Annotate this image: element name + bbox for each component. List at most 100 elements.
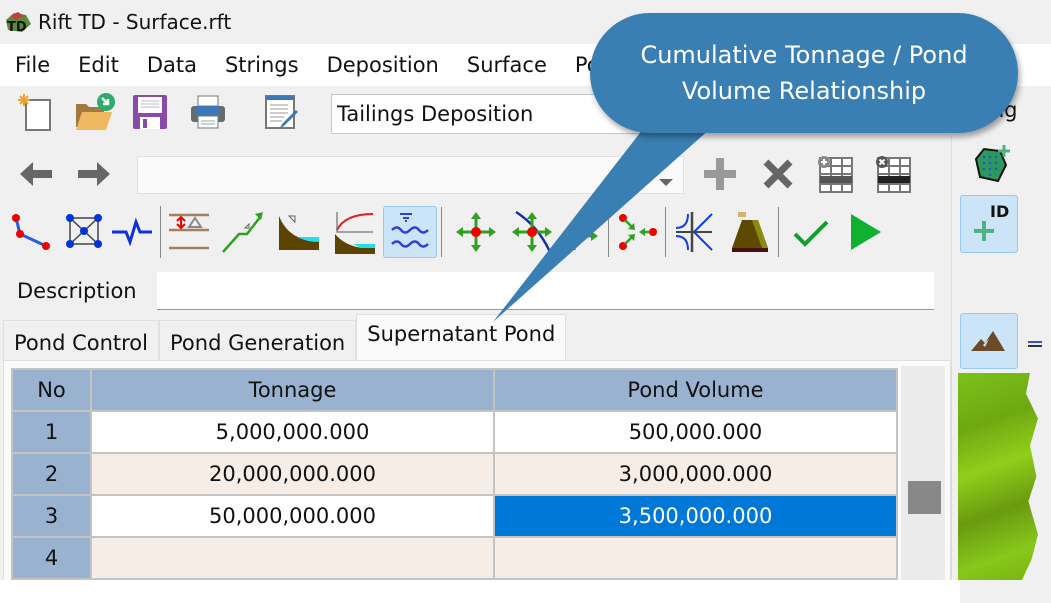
pond-volume-cell-selected[interactable]: 3,500,000.000 bbox=[493, 494, 898, 538]
supernatant-pond-button[interactable] bbox=[383, 206, 437, 258]
add-icon bbox=[704, 158, 736, 190]
description-label: Description bbox=[17, 279, 137, 303]
tonnage-cell[interactable]: 5,000,000.000 bbox=[90, 410, 495, 454]
header-tonnage[interactable]: Tonnage bbox=[90, 368, 495, 412]
header-no[interactable]: No bbox=[11, 368, 92, 412]
menu-surface[interactable]: Surface bbox=[453, 53, 561, 77]
forward-button[interactable] bbox=[70, 150, 118, 198]
toolbar-separator bbox=[665, 207, 666, 257]
tonnage-cell[interactable]: 20,000,000.000 bbox=[90, 452, 495, 496]
beach-slope-button[interactable] bbox=[275, 208, 323, 256]
print-button[interactable] bbox=[184, 88, 232, 136]
table-row: 4 bbox=[11, 536, 898, 580]
add-polygon-icon bbox=[974, 145, 1010, 183]
pond-volume-cell[interactable] bbox=[493, 536, 898, 580]
svg-text:ID: ID bbox=[990, 202, 1009, 221]
insert-row-button[interactable] bbox=[812, 150, 860, 198]
add-id-button[interactable]: ID bbox=[960, 195, 1018, 253]
mesh-nodes-icon bbox=[66, 214, 102, 248]
new-file-button[interactable] bbox=[10, 88, 58, 136]
add-button[interactable] bbox=[696, 150, 744, 198]
callout-line-1: Cumulative Tonnage / Pond bbox=[640, 41, 968, 69]
row-number[interactable]: 1 bbox=[11, 410, 92, 454]
table-row: 3 50,000,000.000 3,500,000.000 bbox=[11, 494, 898, 538]
pond-volume-cell[interactable]: 3,000,000.000 bbox=[493, 452, 898, 496]
supernatant-pond-panel: No Tonnage Pond Volume 1 5,000,000.000 5… bbox=[3, 360, 951, 603]
print-icon bbox=[191, 95, 225, 129]
tonnage-volume-table: No Tonnage Pond Volume 1 5,000,000.000 5… bbox=[11, 368, 898, 580]
save-icon bbox=[133, 95, 167, 129]
elevation-offset-button[interactable] bbox=[165, 208, 213, 256]
menu-edit[interactable]: Edit bbox=[64, 53, 133, 77]
delete-row-icon bbox=[876, 156, 911, 193]
beach-slope-icon bbox=[279, 215, 319, 250]
embankment-icon bbox=[732, 212, 768, 252]
move-point-button[interactable] bbox=[452, 208, 500, 256]
back-arrow-icon bbox=[20, 162, 52, 186]
beach-curve-icon bbox=[335, 212, 375, 254]
intersect-lines-button[interactable] bbox=[670, 208, 718, 256]
rift-td-logo-icon: TD bbox=[4, 10, 32, 35]
back-button[interactable] bbox=[12, 150, 60, 198]
row-number[interactable]: 2 bbox=[11, 452, 92, 496]
tonnage-cell[interactable]: 50,000,000.000 bbox=[90, 494, 495, 538]
new-file-icon bbox=[18, 94, 51, 131]
tab-pond-control[interactable]: Pond Control bbox=[3, 320, 159, 360]
open-file-button[interactable] bbox=[70, 88, 118, 136]
row-number[interactable]: 3 bbox=[11, 494, 92, 538]
menu-deposition[interactable]: Deposition bbox=[313, 53, 453, 77]
move-point-icon bbox=[456, 212, 496, 252]
profile-line-button[interactable] bbox=[108, 208, 156, 256]
run-button[interactable] bbox=[841, 208, 889, 256]
pond-volume-cell[interactable]: 500,000.000 bbox=[493, 410, 898, 454]
tab-pond-generation[interactable]: Pond Generation bbox=[159, 320, 357, 360]
add-polygon-button[interactable] bbox=[968, 141, 1016, 189]
toolbar-row-2 bbox=[12, 150, 118, 198]
profile-line-icon bbox=[112, 217, 152, 247]
annotation-callout: Cumulative Tonnage / Pond Volume Relatio… bbox=[590, 13, 1018, 133]
polyline-button[interactable] bbox=[6, 208, 54, 256]
tab-strip: Pond Control Pond Generation Supernatant… bbox=[3, 314, 567, 360]
edit-notes-button[interactable] bbox=[256, 88, 304, 136]
terrain-icon bbox=[971, 331, 1005, 351]
menu-data[interactable]: Data bbox=[133, 53, 211, 77]
add-id-icon: ID bbox=[974, 202, 1009, 241]
vertical-scrollbar[interactable] bbox=[901, 366, 945, 601]
callout-line-2: Volume Relationship bbox=[681, 77, 927, 105]
description-input[interactable] bbox=[157, 272, 934, 310]
delete-button[interactable] bbox=[754, 150, 802, 198]
converge-points-icon bbox=[619, 214, 657, 250]
mesh-nodes-button[interactable] bbox=[60, 208, 108, 256]
move-along-string-button[interactable] bbox=[508, 208, 556, 256]
terrain-preview bbox=[958, 373, 1038, 580]
menu-file[interactable]: File bbox=[0, 53, 64, 77]
open-folder-icon bbox=[76, 93, 115, 130]
app-window: TD Rift TD - Surface.rft File Edit Data … bbox=[0, 0, 1051, 603]
row-number[interactable]: 4 bbox=[11, 536, 92, 580]
panel-collapse-icon[interactable] bbox=[1028, 341, 1042, 347]
tonnage-cell[interactable] bbox=[90, 536, 495, 580]
intersect-lines-icon bbox=[675, 212, 713, 252]
supernatant-pond-icon bbox=[391, 213, 429, 248]
move-axis-button[interactable] bbox=[556, 208, 604, 256]
table-row: 1 5,000,000.000 500,000.000 bbox=[11, 410, 898, 454]
validate-button[interactable] bbox=[787, 208, 835, 256]
beach-curve-button[interactable] bbox=[331, 208, 379, 256]
svg-text:TD: TD bbox=[7, 20, 27, 34]
embankment-button[interactable] bbox=[726, 208, 774, 256]
string-select-combo[interactable] bbox=[137, 156, 684, 194]
tab-supernatant-pond[interactable]: Supernatant Pond bbox=[356, 314, 567, 360]
save-button[interactable] bbox=[126, 88, 174, 136]
terrain-button[interactable] bbox=[960, 313, 1018, 369]
toolbar-row-3 bbox=[6, 206, 889, 258]
slope-line-button[interactable] bbox=[219, 208, 267, 256]
delete-row-button[interactable] bbox=[870, 150, 918, 198]
scrollbar-thumb[interactable] bbox=[908, 481, 941, 514]
toolbar-row-2-actions bbox=[696, 150, 918, 198]
torn-edge bbox=[0, 580, 960, 603]
menu-strings[interactable]: Strings bbox=[211, 53, 313, 77]
header-pond-volume[interactable]: Pond Volume bbox=[493, 368, 898, 412]
table-row: 2 20,000,000.000 3,000,000.000 bbox=[11, 452, 898, 496]
toolbar-separator bbox=[608, 207, 609, 257]
converge-points-button[interactable] bbox=[613, 208, 661, 256]
